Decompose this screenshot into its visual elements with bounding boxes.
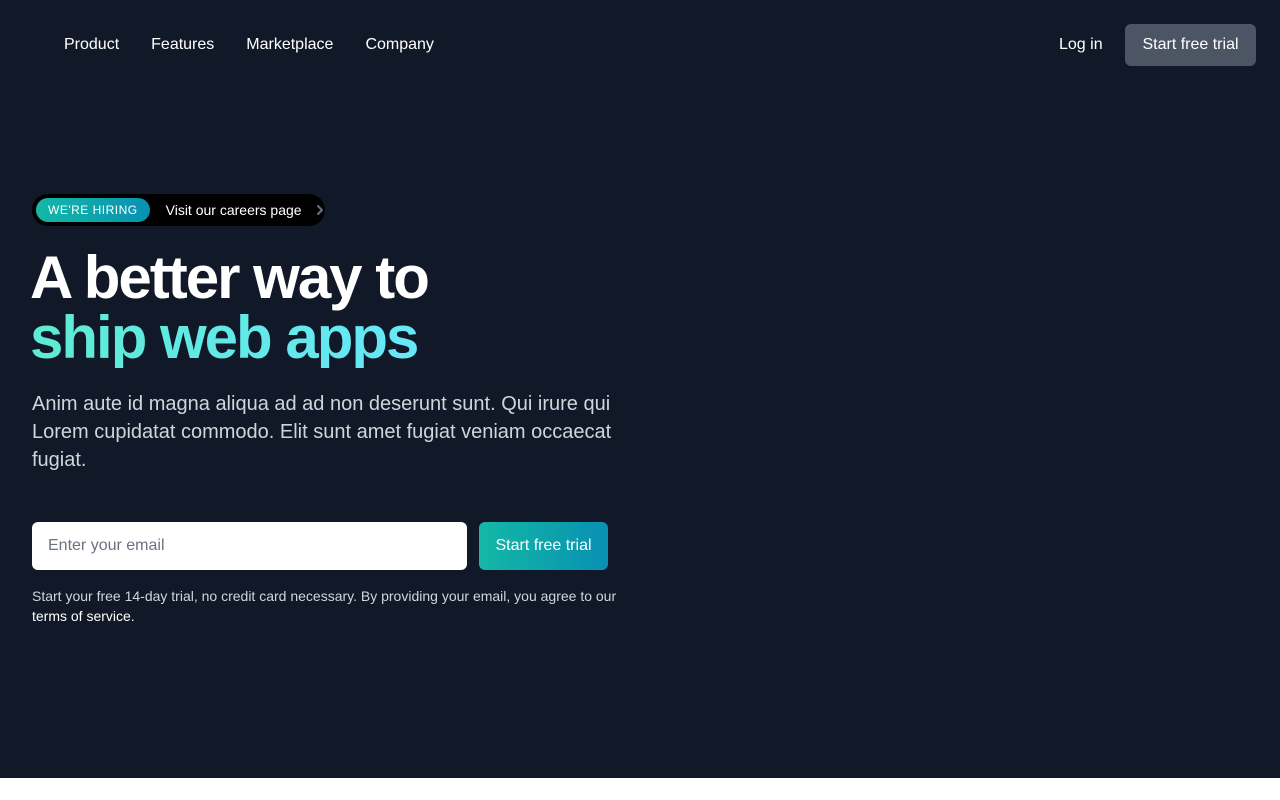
fineprint-text: Start your free 14-day trial, no credit …: [32, 588, 617, 604]
hiring-badge: We're hiring: [36, 198, 150, 222]
login-link[interactable]: Log in: [1059, 34, 1103, 56]
chevron-right-icon: [316, 205, 323, 215]
hiring-pill[interactable]: We're hiring Visit our careers page: [32, 194, 325, 226]
email-input[interactable]: [32, 522, 467, 570]
hero-page: Product Features Marketplace Company Log…: [0, 0, 1280, 778]
nav-link-product[interactable]: Product: [48, 34, 135, 56]
terms-link[interactable]: terms of service.: [32, 608, 135, 624]
nav-link-features[interactable]: Features: [135, 34, 230, 56]
careers-link-text: Visit our careers page: [165, 202, 302, 218]
form-start-trial-button[interactable]: Start free trial: [479, 522, 608, 570]
hero-lead: Anim aute id magna aliqua ad ad non dese…: [32, 393, 612, 471]
fineprint: Start your free 14-day trial, no credit …: [32, 586, 622, 626]
top-nav: Product Features Marketplace Company Log…: [0, 0, 1280, 90]
headline-line-1: A better way to: [30, 244, 430, 311]
nav-start-trial-button[interactable]: Start free trial: [1125, 24, 1256, 66]
hero-headline: A better way to ship web apps: [30, 248, 430, 368]
nav-links: Product Features Marketplace Company: [48, 34, 450, 56]
nav-link-marketplace[interactable]: Marketplace: [230, 34, 349, 56]
headline-line-2: ship web apps: [30, 308, 428, 368]
nav-link-company[interactable]: Company: [349, 34, 449, 56]
